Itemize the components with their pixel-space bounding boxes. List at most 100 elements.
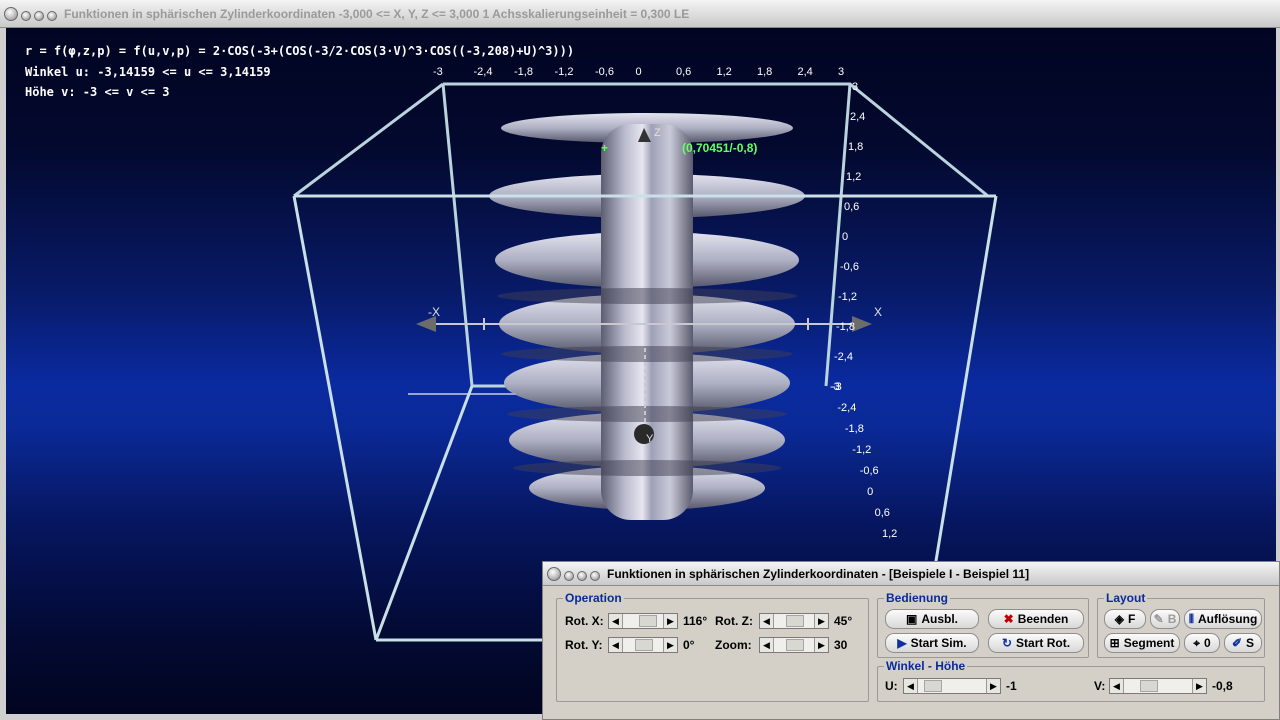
- v-label: V:: [1094, 679, 1106, 693]
- rot-x-right-arrow-icon[interactable]: ▶: [663, 614, 677, 628]
- rot-x-value: 116°: [683, 614, 708, 628]
- panel-close-icon[interactable]: [547, 566, 561, 581]
- u-right-arrow-icon[interactable]: ▶: [986, 679, 1000, 693]
- top-tick-label: -2,4: [474, 66, 493, 78]
- winkel-hoehe-label: Winkel - Höhe: [884, 659, 968, 673]
- rotate-icon: ↻: [1001, 636, 1013, 650]
- top-tick-labels: -3 -2,4 -1,8 -1,2 -0,6 0 0,6 1,2 1,8 2,4 3: [433, 66, 844, 78]
- control-panel: Funktionen in sphärischen Zylinderkoordi…: [542, 561, 1280, 720]
- rot-y-right-arrow-icon[interactable]: ▶: [663, 638, 677, 652]
- right-tick-label: -1,2: [838, 291, 857, 303]
- right-tick-label: -3: [830, 381, 840, 393]
- s-button[interactable]: ✐ S: [1224, 633, 1262, 653]
- rot-z-value: 45°: [834, 614, 853, 628]
- rot-z-left-arrow-icon[interactable]: ◀: [760, 614, 774, 628]
- panel-titlebar[interactable]: Funktionen in sphärischen Zylinderkoordi…: [543, 562, 1279, 586]
- formula-text: r = f(φ,z,p) = f(u,v,p) = 2·COS(-3+(COS(…: [25, 44, 575, 58]
- pencil-icon: ✐: [1231, 636, 1243, 650]
- right-tick-label: -1,8: [836, 321, 855, 333]
- ausbl-button[interactable]: ▣ Ausbl.: [885, 609, 979, 629]
- right-tick-label: 1,2: [882, 528, 897, 540]
- u-label: U:: [885, 679, 898, 693]
- right-tick-label: -0,6: [840, 261, 859, 273]
- v-left-arrow-icon[interactable]: ◀: [1110, 679, 1124, 693]
- window-menu-icon[interactable]: [47, 10, 57, 21]
- right-tick-label: 0: [867, 486, 873, 498]
- zero-button[interactable]: ⌖ 0: [1184, 633, 1220, 653]
- zoom-slider[interactable]: ◀ ▶: [759, 637, 829, 653]
- u-thumb[interactable]: [924, 680, 942, 692]
- right-tick-label: 0,6: [844, 201, 859, 213]
- rot-x-thumb[interactable]: [639, 615, 657, 627]
- brush-icon: ✎: [1153, 612, 1164, 626]
- window-maximize-icon[interactable]: [34, 10, 44, 21]
- beenden-button[interactable]: ✖ Beenden: [988, 609, 1084, 629]
- v-thumb[interactable]: [1140, 680, 1158, 692]
- start-rot-button[interactable]: ↻ Start Rot.: [988, 633, 1084, 653]
- top-tick-label: 1,2: [717, 66, 732, 78]
- zoom-thumb[interactable]: [786, 639, 804, 651]
- start-sim-button[interactable]: ▶ Start Sim.: [885, 633, 979, 653]
- panel-maximize-icon[interactable]: [577, 570, 587, 581]
- b-button[interactable]: ✎ B: [1150, 609, 1180, 629]
- axis-label-z: Z: [654, 127, 661, 139]
- u-value: -1: [1006, 679, 1017, 693]
- winkel-hoehe-group: Winkel - Höhe U: ◀ ▶ -1 V: ◀ ▶ -0,8: [877, 659, 1265, 702]
- u-slider[interactable]: ◀ ▶: [903, 678, 1001, 694]
- f-button[interactable]: ◈ F: [1104, 609, 1146, 629]
- right-tick-label: -2,4: [834, 351, 853, 363]
- height-range-text: Höhe v: -3 <= v <= 3: [25, 85, 170, 99]
- rot-z-right-arrow-icon[interactable]: ▶: [814, 614, 828, 628]
- rot-z-thumb[interactable]: [786, 615, 804, 627]
- top-tick-label: -3: [433, 66, 443, 78]
- v-right-arrow-icon[interactable]: ▶: [1192, 679, 1206, 693]
- axis-label-x-pos: X: [874, 305, 882, 319]
- grid-icon: ⊞: [1109, 636, 1120, 650]
- operation-label: Operation: [563, 591, 624, 605]
- zoom-value: 30: [834, 638, 848, 652]
- rot-z-slider[interactable]: ◀ ▶: [759, 613, 829, 629]
- rot-y-thumb[interactable]: [635, 639, 653, 651]
- main-titlebar[interactable]: Funktionen in sphärischen Zylinderkoordi…: [0, 0, 1280, 28]
- rot-y-value: 0°: [683, 638, 695, 652]
- rot-z-label: Rot. Z:: [715, 614, 753, 628]
- surface-plot: [489, 113, 805, 520]
- resolution-icon: ⦀: [1188, 611, 1194, 626]
- u-left-arrow-icon[interactable]: ◀: [904, 679, 918, 693]
- main-window-title: Funktionen in sphärischen Zylinderkoordi…: [64, 6, 690, 21]
- operation-group: Operation Rot. X: ◀ ▶ 116° Rot. Z: ◀ ▶ 4…: [556, 591, 869, 702]
- right-tick-label: 0: [842, 231, 848, 243]
- zoom-label: Zoom:: [715, 638, 752, 652]
- top-tick-label: -0,6: [595, 66, 614, 78]
- rot-x-label: Rot. X:: [565, 614, 604, 628]
- window-close-icon[interactable]: [4, 6, 18, 21]
- bedienung-label: Bedienung: [884, 591, 950, 605]
- rot-x-left-arrow-icon[interactable]: ◀: [609, 614, 623, 628]
- top-tick-label: 1,8: [757, 66, 772, 78]
- right-tick-label: -0,6: [860, 465, 879, 477]
- v-value: -0,8: [1212, 679, 1233, 693]
- axis-label-x-neg: -X: [428, 305, 440, 319]
- top-tick-label: 0,6: [676, 66, 691, 78]
- right-tick-label: 3: [852, 81, 858, 93]
- right-tick-label: 2,4: [850, 111, 865, 123]
- panel-minimize-icon[interactable]: [564, 570, 574, 581]
- v-slider[interactable]: ◀ ▶: [1109, 678, 1207, 694]
- axis-label-y: Y: [646, 433, 654, 445]
- aufloesung-button[interactable]: ⦀ Auflösung: [1184, 609, 1262, 629]
- zoom-right-arrow-icon[interactable]: ▶: [814, 638, 828, 652]
- segment-button[interactable]: ⊞ Segment: [1104, 633, 1180, 653]
- window-minimize-icon[interactable]: [21, 10, 31, 21]
- rot-y-left-arrow-icon[interactable]: ◀: [609, 638, 623, 652]
- rot-y-slider[interactable]: ◀ ▶: [608, 637, 678, 653]
- right-tick-label: 0,6: [875, 507, 890, 519]
- top-tick-label: 2,4: [798, 66, 813, 78]
- right-tick-label: -1,2: [852, 444, 871, 456]
- angle-range-text: Winkel u: -3,14159 <= u <= 3,14159: [25, 65, 271, 79]
- rot-x-slider[interactable]: ◀ ▶: [608, 613, 678, 629]
- right-tick-label: -1,8: [845, 423, 864, 435]
- panel-menu-icon[interactable]: [590, 570, 600, 581]
- bedienung-group: Bedienung ▣ Ausbl. ✖ Beenden ▶ Start Sim. ↻…: [877, 591, 1089, 658]
- point-marker: +: [601, 141, 608, 155]
- zoom-left-arrow-icon[interactable]: ◀: [760, 638, 774, 652]
